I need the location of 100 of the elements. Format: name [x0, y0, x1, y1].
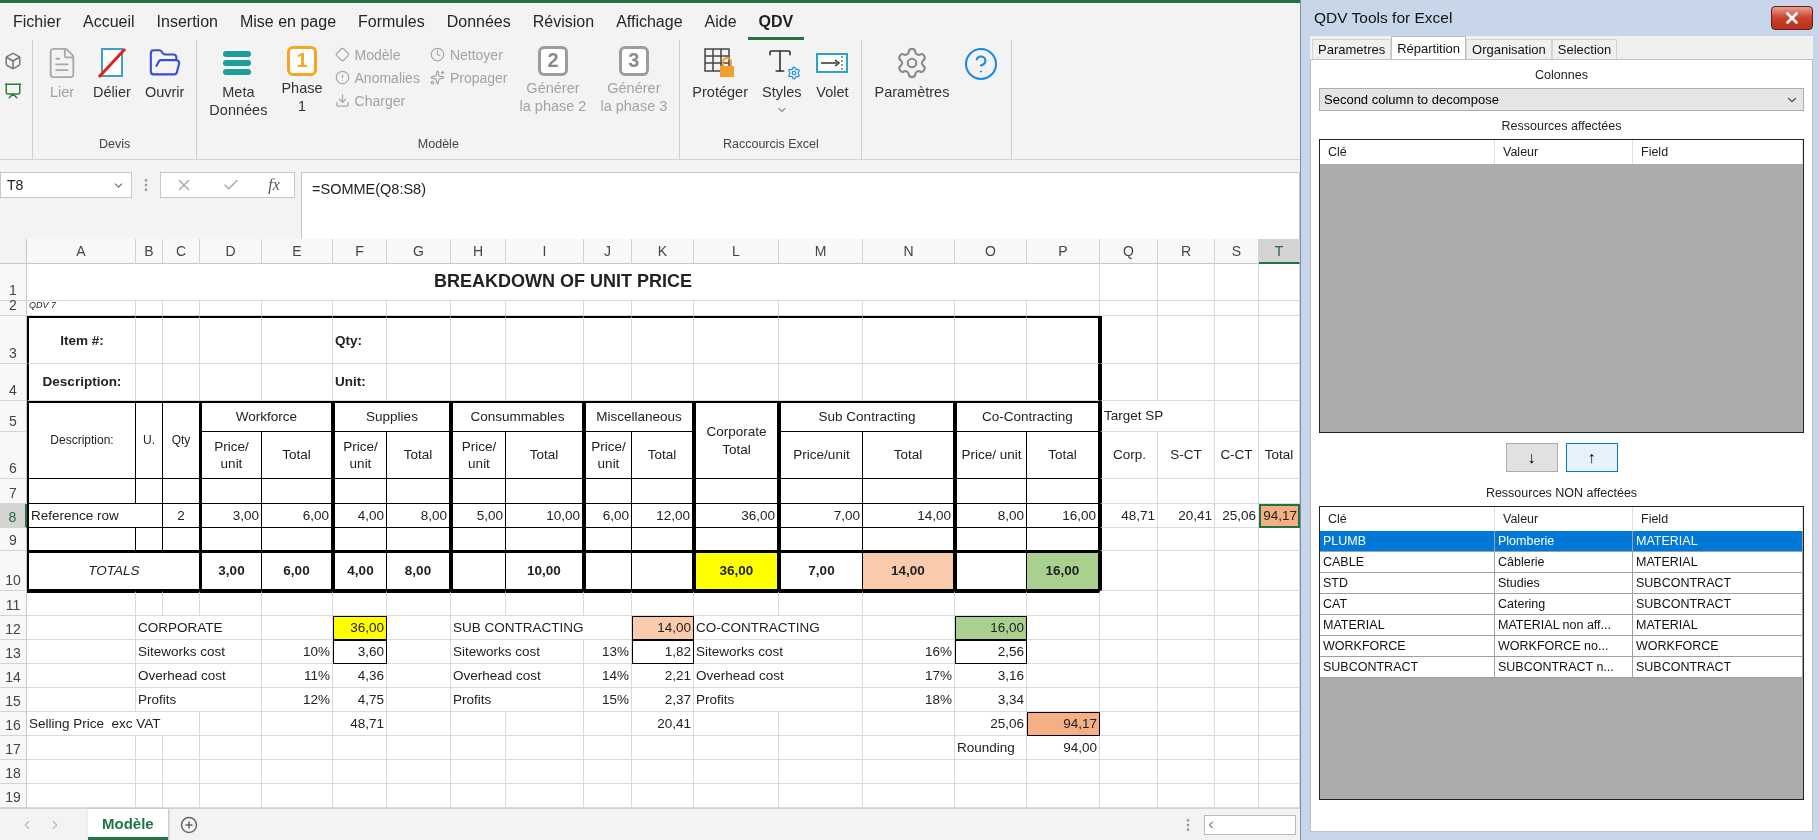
column-header[interactable]: N — [863, 239, 955, 265]
panel-tab[interactable]: Organisation — [1466, 39, 1552, 59]
table-cell[interactable]: MATERIAL — [1633, 552, 1803, 573]
row-header[interactable]: 7 — [0, 479, 27, 505]
ribbon-button[interactable]: Paramètres — [870, 41, 954, 105]
row-header[interactable]: 8 — [0, 504, 27, 529]
ribbon-tab[interactable]: Affichage — [605, 3, 694, 40]
column-header[interactable]: T — [1259, 239, 1300, 265]
column-header[interactable]: I — [506, 239, 584, 265]
table-cell[interactable]: Catering — [1495, 594, 1633, 615]
column-header[interactable]: Q — [1100, 239, 1158, 265]
column-header[interactable]: E — [262, 239, 333, 265]
row-header[interactable]: 11 — [0, 591, 27, 617]
move-button[interactable]: ↑ — [1565, 443, 1618, 472]
ribbon-button[interactable]: 1 Phase 1 — [277, 41, 327, 120]
row-header[interactable]: 6 — [0, 432, 27, 480]
row-header[interactable]: 3 — [0, 316, 27, 365]
ribbon-tab[interactable]: QDV — [747, 3, 805, 40]
ribbon-tab[interactable]: Aide — [693, 3, 748, 40]
table-cell[interactable]: SUBCONTRACT — [1633, 657, 1803, 678]
table-cell[interactable]: WORKFORCE — [1320, 636, 1495, 657]
row-header[interactable]: 4 — [0, 364, 27, 402]
table-cell[interactable]: CAT — [1320, 594, 1495, 615]
column-header[interactable]: Field — [1633, 140, 1803, 164]
close-button[interactable] — [1771, 6, 1813, 30]
panel-tab[interactable]: Parametres — [1312, 39, 1392, 59]
table-cell[interactable]: MATERIAL non aff... — [1495, 615, 1633, 636]
close-icon — [1783, 9, 1801, 27]
column-header[interactable]: Clé — [1320, 140, 1495, 164]
row-header[interactable]: 5 — [0, 401, 27, 433]
table-cell[interactable]: SUBCONTRACT — [1633, 594, 1803, 615]
column-header[interactable]: D — [200, 239, 262, 265]
column-header[interactable]: P — [1027, 239, 1100, 265]
ribbon-tab[interactable]: Révision — [521, 3, 606, 40]
column-header[interactable]: H — [451, 239, 506, 265]
row-header[interactable]: 13 — [0, 640, 27, 665]
sheet-tab[interactable]: Modèle — [88, 809, 168, 840]
row-header[interactable]: 9 — [0, 528, 27, 552]
move-button[interactable]: ↓ — [1505, 443, 1558, 472]
ribbon-button[interactable]: Délier — [89, 41, 135, 105]
ribbon-button[interactable]: Protéger — [688, 41, 752, 105]
row-header[interactable]: 14 — [0, 664, 27, 689]
row-header[interactable]: 17 — [0, 736, 27, 761]
table-cell[interactable]: Studies — [1495, 573, 1633, 594]
table-cell: QDV 7 — [27, 301, 136, 317]
ribbon-button[interactable]: Ouvrir — [140, 41, 189, 105]
column-header[interactable]: R — [1158, 239, 1215, 265]
column-dropdown[interactable]: Second column to decompose — [1319, 88, 1804, 111]
column-header[interactable]: F — [333, 239, 387, 265]
column-header[interactable]: L — [694, 239, 779, 265]
ribbon-tab[interactable]: Mise en page — [228, 3, 348, 40]
table-cell[interactable]: WORKFORCE no... — [1495, 636, 1633, 657]
table-cell[interactable]: MATERIAL — [1320, 615, 1495, 636]
ribbon-button[interactable]: Volet — [811, 41, 854, 105]
horizontal-scrollbar[interactable] — [1204, 814, 1296, 835]
column-header[interactable]: A — [27, 239, 136, 265]
column-header[interactable]: J — [584, 239, 632, 265]
table-cell[interactable]: SUBCONTRACT n... — [1495, 657, 1633, 678]
table-cell[interactable]: SUBCONTRACT — [1633, 573, 1803, 594]
row-header[interactable]: 2 — [0, 301, 27, 317]
panel-tab[interactable]: Répartition — [1391, 36, 1467, 59]
row-header[interactable]: 12 — [0, 616, 27, 641]
column-header[interactable]: S — [1215, 239, 1259, 265]
download-icon — [334, 93, 350, 109]
table-cell: 20,41 — [632, 712, 694, 737]
board-icon[interactable] — [4, 81, 22, 100]
table-cell[interactable]: WORKFORCE — [1633, 636, 1803, 657]
column-header[interactable]: Valeur — [1495, 140, 1633, 164]
table-cell[interactable]: MATERIAL — [1633, 531, 1803, 552]
cube-icon[interactable] — [4, 51, 22, 70]
ribbon-button[interactable]: Meta Données — [205, 41, 272, 124]
formula-field[interactable]: =SOMME(Q8:S8) — [301, 172, 1300, 241]
ribbon-tab[interactable]: Insertion — [145, 3, 229, 40]
table-cell[interactable]: PLUMB — [1320, 531, 1495, 552]
column-header[interactable]: M — [779, 239, 863, 265]
table-cell[interactable]: STD — [1320, 573, 1495, 594]
select-all-corner[interactable] — [0, 239, 27, 265]
function-button[interactable]: fx — [268, 176, 280, 195]
column-header[interactable]: C — [163, 239, 200, 265]
name-box[interactable]: T8 — [0, 172, 132, 199]
ribbon-tab[interactable]: Accueil — [72, 3, 146, 40]
column-header[interactable]: K — [632, 239, 694, 265]
row-header[interactable]: 18 — [0, 760, 27, 785]
row-header[interactable]: 19 — [0, 784, 27, 809]
table-cell[interactable]: Plomberie — [1495, 531, 1633, 552]
ribbon-button[interactable]: Styles — [757, 41, 806, 120]
column-header[interactable]: G — [387, 239, 451, 265]
table-cell[interactable]: CABLE — [1320, 552, 1495, 573]
ribbon-tab[interactable]: Formules — [347, 3, 436, 40]
column-header[interactable]: O — [955, 239, 1027, 265]
table-cell[interactable]: Câblerie — [1495, 552, 1633, 573]
column-header[interactable]: B — [136, 239, 163, 265]
ribbon-tab[interactable]: Données — [435, 3, 522, 40]
row-header[interactable]: 10 — [0, 551, 27, 592]
ribbon-tab[interactable]: Fichier — [2, 3, 72, 40]
row-header[interactable]: 16 — [0, 712, 27, 737]
row-header[interactable]: 15 — [0, 688, 27, 713]
panel-tab[interactable]: Selection — [1551, 39, 1618, 59]
table-cell[interactable]: SUBCONTRACT — [1320, 657, 1495, 678]
table-cell[interactable]: MATERIAL — [1633, 615, 1803, 636]
